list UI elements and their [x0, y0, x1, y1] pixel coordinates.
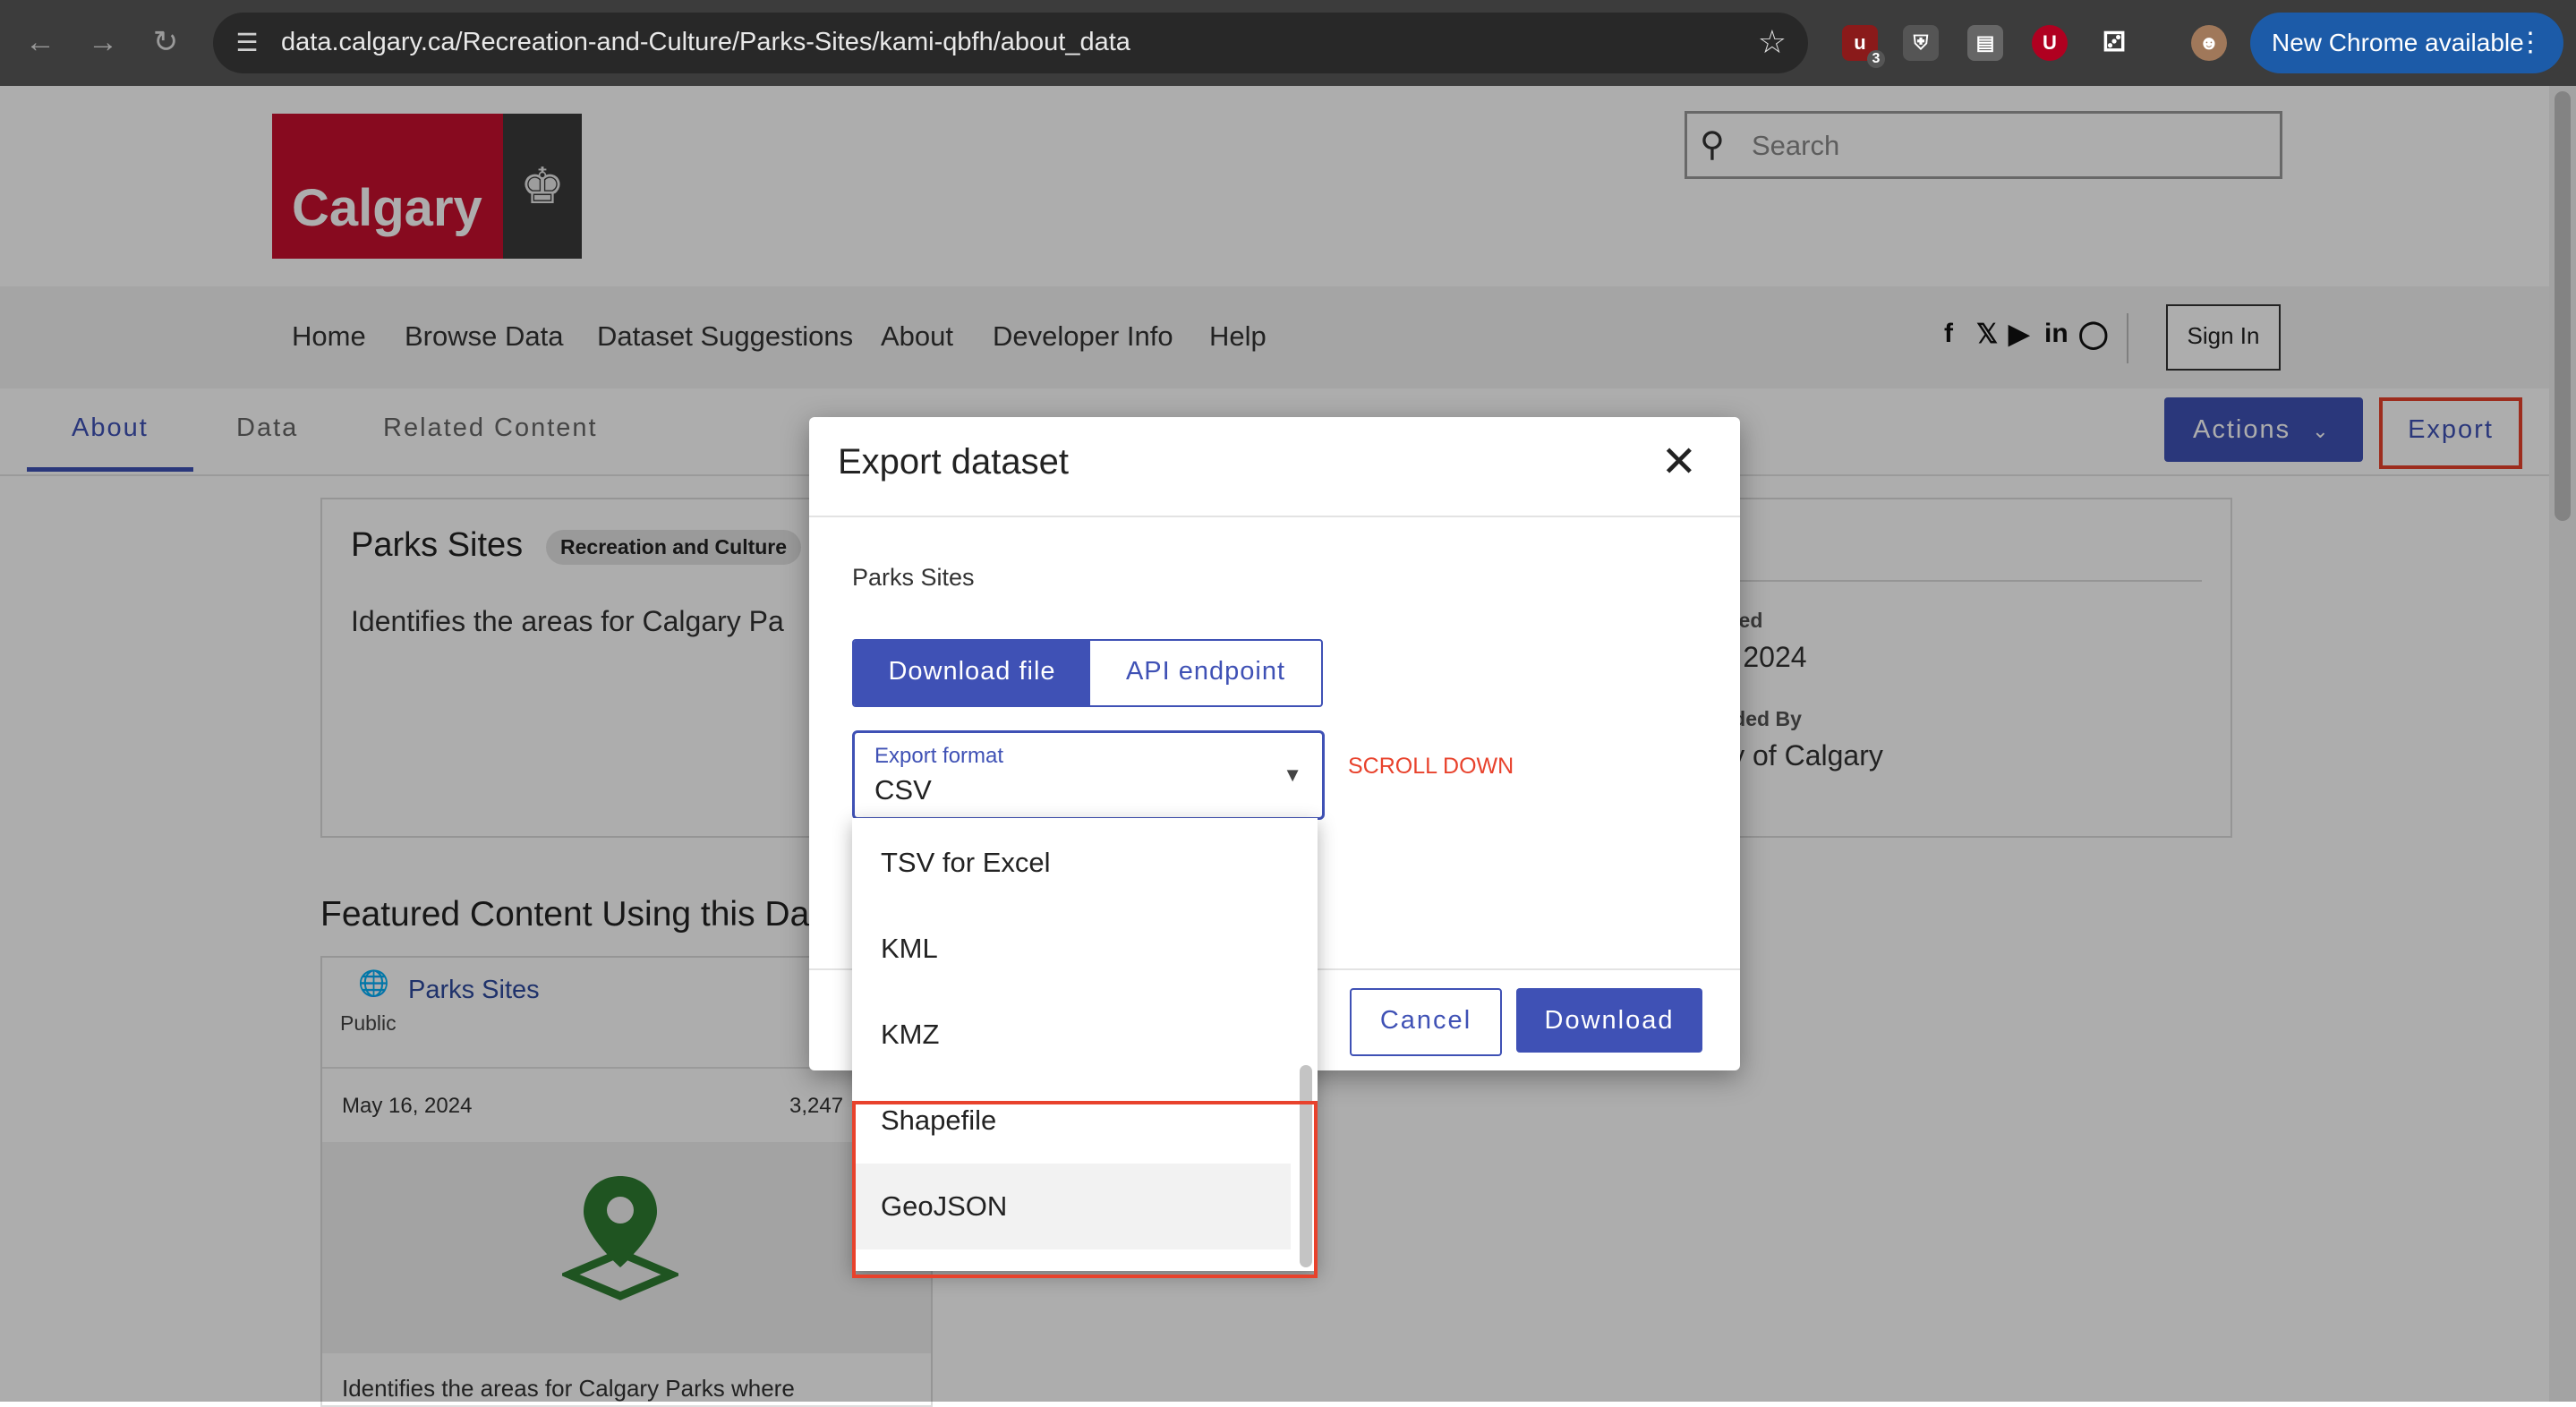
forward-icon[interactable]: →: [81, 20, 125, 64]
annotation-highlight-box: [852, 1101, 1318, 1278]
export-format-select[interactable]: Export format CSV ▼: [852, 730, 1325, 820]
ublock-extension-icon[interactable]: u3: [1842, 25, 1885, 68]
u-extension-icon[interactable]: U: [2032, 25, 2068, 61]
dropdown-arrow-icon: ▼: [1283, 763, 1302, 786]
api-endpoint-button[interactable]: API endpoint: [1090, 641, 1321, 705]
export-format-value: CSV: [874, 774, 932, 806]
close-icon[interactable]: ✕: [1661, 437, 1697, 487]
download-mode-toggle: Download file API endpoint: [852, 639, 1323, 707]
scroll-down-annotation: SCROLL DOWN: [1348, 754, 1514, 779]
dialog-title: Export dataset: [838, 442, 1069, 482]
profile-avatar-icon[interactable]: ☻: [2191, 25, 2227, 61]
address-bar[interactable]: ☰ data.calgary.ca/Recreation-and-Culture…: [213, 13, 1808, 73]
site-settings-icon[interactable]: ☰: [231, 27, 263, 59]
new-chrome-available-button[interactable]: New Chrome available ⋮: [2250, 13, 2563, 73]
shield-extension-icon[interactable]: ⛨: [1903, 25, 1939, 61]
bookmark-star-icon[interactable]: ☆: [1758, 23, 1787, 61]
export-format-label: Export format: [874, 744, 1004, 768]
download-file-button[interactable]: Download file: [854, 641, 1090, 705]
reload-icon[interactable]: ↻: [143, 20, 188, 64]
new-chrome-label: New Chrome available: [2272, 29, 2524, 56]
option-tsv-for-excel[interactable]: TSV for Excel: [852, 820, 1291, 906]
extensions-puzzle-icon[interactable]: ⚂: [2096, 25, 2132, 61]
more-options-icon[interactable]: ⋮: [2517, 13, 2544, 73]
download-button[interactable]: Download: [1516, 988, 1702, 1053]
cancel-button[interactable]: Cancel: [1350, 988, 1502, 1056]
dataset-name: Parks Sites: [852, 564, 975, 591]
extension-badge: 3: [1867, 50, 1885, 68]
option-kmz[interactable]: KMZ: [852, 992, 1291, 1078]
url-text[interactable]: data.calgary.ca/Recreation-and-Culture/P…: [281, 28, 1130, 57]
browser-toolbar: ← → ↻ ☰ data.calgary.ca/Recreation-and-C…: [0, 0, 2576, 86]
back-icon[interactable]: ←: [18, 20, 63, 64]
document-extension-icon[interactable]: ▤: [1967, 25, 2003, 61]
option-kml[interactable]: KML: [852, 906, 1291, 992]
divider: [809, 516, 1740, 517]
